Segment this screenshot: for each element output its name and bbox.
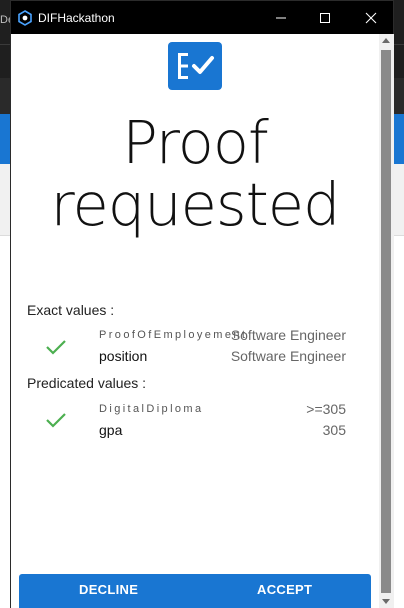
minimize-button[interactable] (259, 1, 303, 34)
vertical-scrollbar[interactable] (379, 34, 394, 608)
maximize-button[interactable] (303, 1, 347, 34)
scroll-down-arrow-icon[interactable] (382, 599, 390, 604)
exact-values-label: Exact values : (27, 302, 115, 318)
scroll-thumb[interactable] (381, 50, 391, 593)
page-title-line-2: requested (50, 170, 340, 239)
accept-button[interactable]: ACCEPT (257, 582, 312, 597)
predicated-attribute-value: 305 (322, 422, 346, 438)
decline-button[interactable]: DECLINE (79, 582, 138, 597)
predicated-values-label: Predicated values : (27, 375, 147, 391)
exact-credential-name: ProofOfEmployement (99, 329, 248, 341)
predicated-credential-name: DigitalDiploma (99, 403, 204, 415)
predicated-attribute-name: gpa (99, 422, 123, 438)
proof-request-window: DIFHackathon Proof requested Exact value… (10, 0, 394, 608)
exact-attribute-name: position (99, 348, 148, 364)
page-title: Proof requested (11, 112, 379, 236)
action-bar: DECLINE ACCEPT (19, 574, 371, 608)
title-bar[interactable]: DIFHackathon (11, 1, 393, 34)
close-button[interactable] (349, 1, 393, 34)
exact-credential-value: Software Engineer (230, 327, 346, 343)
close-icon (365, 12, 377, 23)
check-icon (46, 413, 66, 428)
check-icon (46, 340, 66, 355)
scroll-up-arrow-icon[interactable] (382, 38, 390, 43)
maximize-icon (320, 12, 330, 23)
predicated-credential-value: >=305 (306, 401, 346, 417)
window-title: DIFHackathon (38, 11, 115, 25)
page-title-line-1: Proof (122, 108, 268, 177)
checklist-icon (168, 42, 222, 90)
app-icon (18, 10, 32, 26)
minimize-icon (276, 17, 286, 18)
content-area: Proof requested Exact values : ProofOfEm… (11, 34, 379, 608)
exact-attribute-value: Software Engineer (230, 348, 346, 364)
